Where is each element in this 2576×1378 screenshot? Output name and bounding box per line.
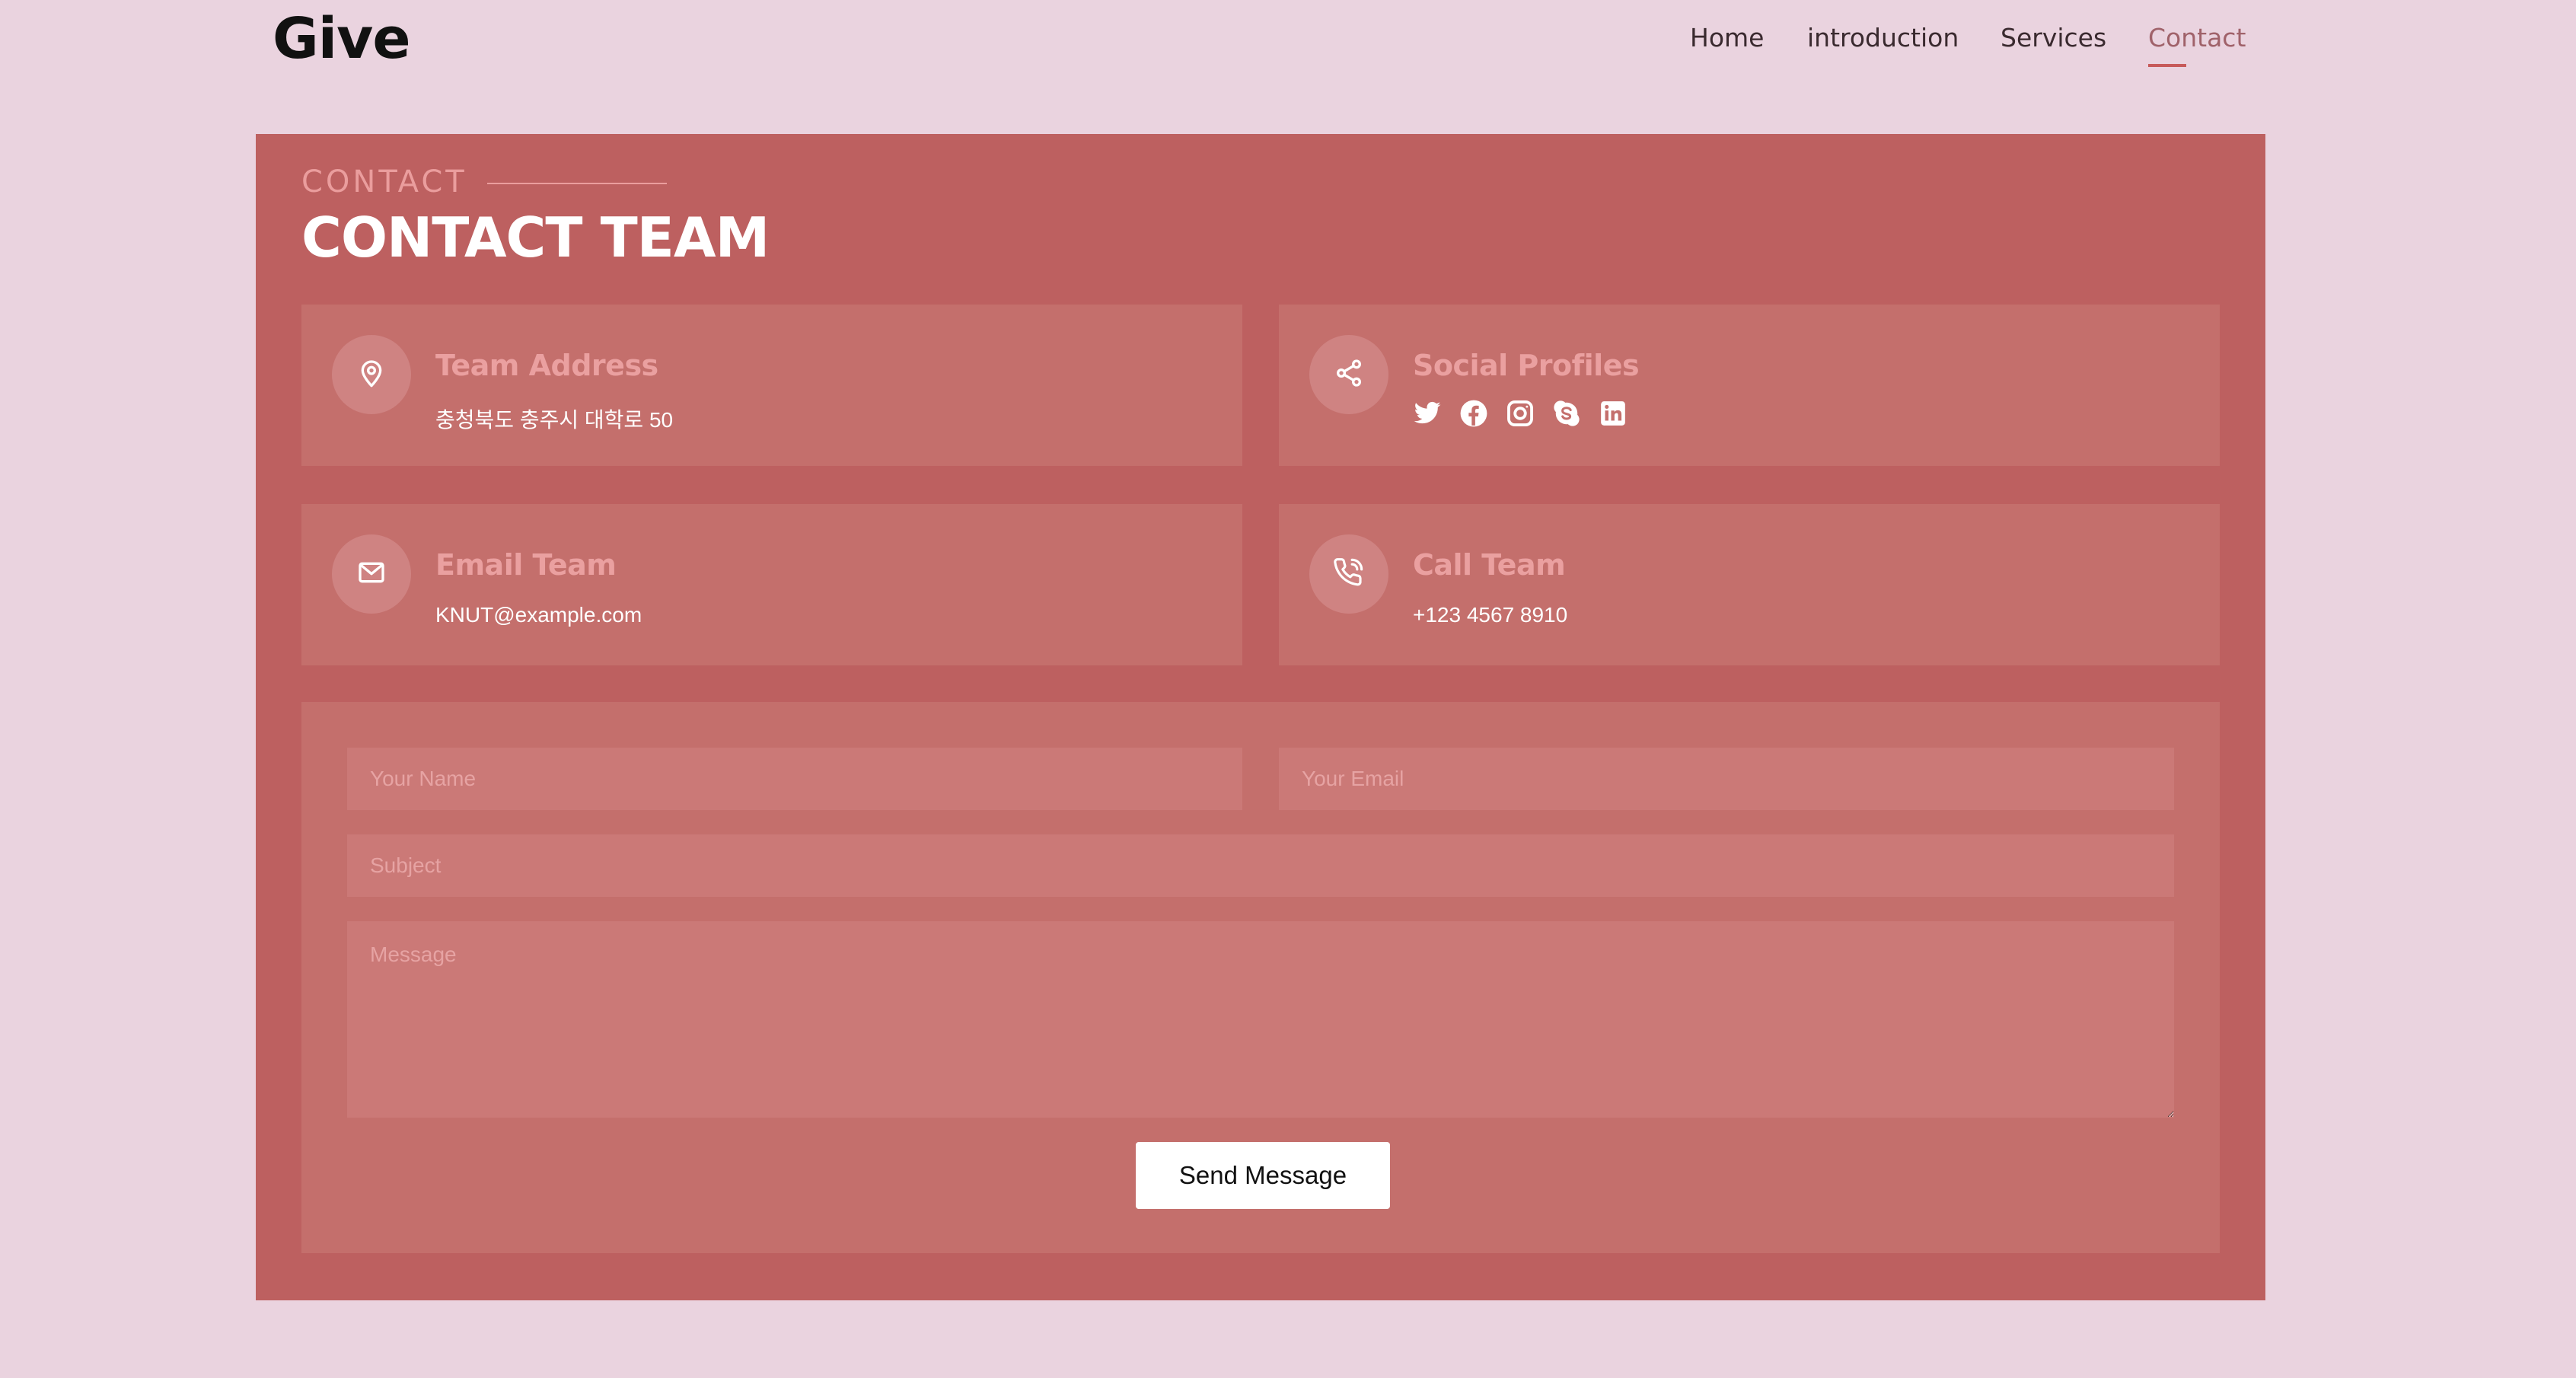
address-text: 충청북도 충주시 대학로 50 xyxy=(435,408,674,432)
phone-icon xyxy=(1334,557,1364,592)
email-input[interactable] xyxy=(1279,748,2174,810)
contact-panel: CONTACT CONTACT TEAM Team Address 충청북도 충… xyxy=(256,134,2265,1300)
eyebrow-line xyxy=(487,183,667,184)
map-pin-icon xyxy=(356,358,387,392)
twitter-icon[interactable] xyxy=(1413,399,1442,428)
email-icon-circle xyxy=(332,534,411,614)
instagram-icon[interactable] xyxy=(1506,399,1535,428)
nav-home[interactable]: Home xyxy=(1690,23,1764,53)
email-card: Email Team KNUT@example.com xyxy=(301,504,1242,665)
site-logo[interactable]: Give xyxy=(273,6,411,72)
nav-active-underline xyxy=(2148,64,2186,67)
name-input[interactable] xyxy=(347,748,1242,810)
call-title: Call Team xyxy=(1413,548,1566,582)
mail-icon xyxy=(356,557,387,592)
call-icon-circle xyxy=(1309,534,1388,614)
social-icons xyxy=(1413,399,1628,428)
call-card: Call Team +123 4567 8910 xyxy=(1279,504,2220,665)
address-icon-circle xyxy=(332,335,411,414)
nav-introduction[interactable]: introduction xyxy=(1807,23,1959,53)
send-message-button[interactable]: Send Message xyxy=(1136,1142,1390,1209)
skype-icon[interactable] xyxy=(1552,399,1581,428)
email-title: Email Team xyxy=(435,548,617,582)
message-textarea[interactable] xyxy=(347,921,2174,1118)
contact-form: Send Message xyxy=(301,702,2220,1253)
email-text[interactable]: KNUT@example.com xyxy=(435,603,642,627)
address-card: Team Address 충청북도 충주시 대학로 50 xyxy=(301,305,1242,466)
call-text[interactable]: +123 4567 8910 xyxy=(1413,603,1567,627)
social-card: Social Profiles xyxy=(1279,305,2220,466)
nav-services[interactable]: Services xyxy=(2001,23,2106,53)
social-title: Social Profiles xyxy=(1413,349,1640,382)
subject-input[interactable] xyxy=(347,834,2174,897)
section-eyebrow: CONTACT xyxy=(301,164,467,199)
linkedin-icon[interactable] xyxy=(1599,399,1628,428)
facebook-icon[interactable] xyxy=(1459,399,1488,428)
address-title: Team Address xyxy=(435,349,658,382)
share-icon xyxy=(1334,358,1364,392)
section-title: CONTACT TEAM xyxy=(301,206,770,270)
social-icon-circle xyxy=(1309,335,1388,414)
nav-contact[interactable]: Contact xyxy=(2148,23,2246,53)
